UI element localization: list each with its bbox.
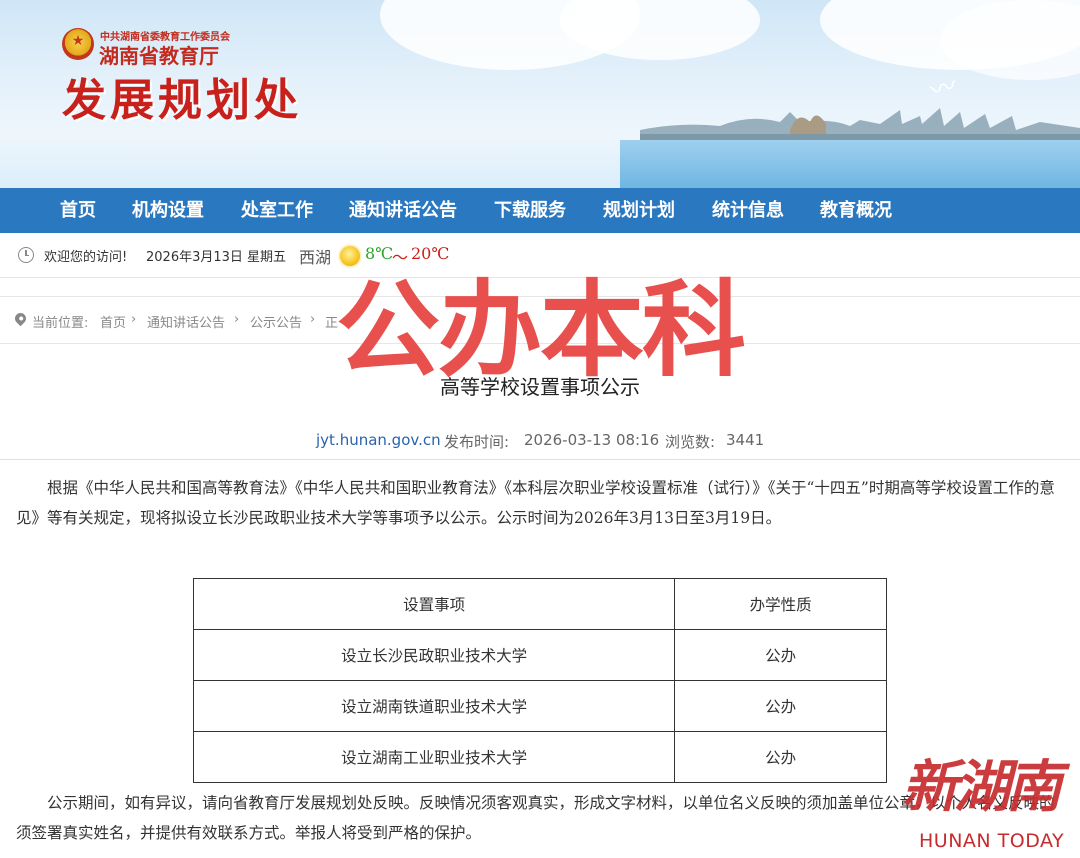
sunny-icon: [340, 246, 360, 266]
table-cell: 公办: [674, 731, 887, 783]
breadcrumb-announcements[interactable]: 公示公告: [250, 312, 302, 331]
article-source: jyt.hunan.gov.cn: [316, 431, 441, 449]
publish-label: 发布时间:: [444, 433, 510, 451]
chevron-right-icon: ›: [310, 312, 316, 327]
chevron-right-icon: ›: [131, 312, 137, 327]
views-count: 3441: [726, 431, 765, 449]
nav-item-notices[interactable]: 通知讲话公告: [349, 188, 457, 233]
table-row: 设立长沙民政职业技术大学 公办: [192, 629, 887, 681]
nav-item-plans[interactable]: 规划计划: [603, 188, 675, 233]
table-cell: 公办: [674, 629, 887, 681]
breadcrumb-home[interactable]: 首页: [100, 312, 126, 331]
skyline-illustration: [640, 108, 1080, 144]
table-cell: 公办: [674, 680, 887, 732]
welcome-text: 欢迎您的访问!: [44, 250, 128, 265]
table-cell: 设立湖南工业职业技术大学: [192, 731, 676, 783]
department-title: 发展规划处: [62, 75, 302, 126]
publish-time: 2026-03-13 08:16: [524, 431, 660, 449]
table-header: 设置事项: [192, 578, 676, 630]
nav-item-overview[interactable]: 教育概况: [820, 188, 892, 233]
nav-item-statistics[interactable]: 统计信息: [712, 188, 784, 233]
weather-city: 西湖: [299, 248, 332, 267]
chevron-right-icon: ›: [234, 312, 240, 327]
clock-icon: [18, 247, 34, 263]
header-banner: 中共湖南省委教育工作委员会 湖南省教育厅 发展规划处 〰: [0, 0, 1080, 188]
river-illustration: [620, 140, 1080, 188]
nav-item-organization[interactable]: 机构设置: [132, 188, 204, 233]
table-row: 设立湖南工业职业技术大学 公办: [192, 731, 887, 783]
breadcrumb-label: 当前位置:: [32, 316, 89, 331]
temperature-high: 20℃: [411, 244, 450, 263]
article-paragraph-intro: 根据《中华人民共和国高等教育法》《中华人民共和国职业教育法》《本科层次职业学校设…: [16, 479, 1055, 527]
table-cell: 设立长沙民政职业技术大学: [192, 629, 676, 681]
temperature-separator: ～: [392, 248, 409, 267]
table-row: 设立湖南铁道职业技术大学 公办: [192, 680, 887, 732]
current-date: 2026年3月13日 星期五: [146, 250, 287, 265]
location-pin-icon: [12, 310, 29, 327]
main-nav: 首页 机构设置 处室工作 通知讲话公告 下载服务 规划计划 统计信息 教育概况: [0, 188, 1080, 233]
establishment-table: 设置事项 办学性质 设立长沙民政职业技术大学 公办 设立湖南铁道职业技术大学 公…: [192, 578, 887, 783]
table-cell: 设立湖南铁道职业技术大学: [192, 680, 676, 732]
news-logo: 新湖南: [902, 755, 1062, 820]
watermark-stamp: 公办本科: [336, 269, 746, 391]
nav-item-home[interactable]: 首页: [60, 188, 96, 233]
temperature-low: 8℃: [365, 244, 394, 263]
national-emblem-icon: [62, 28, 94, 60]
nav-item-downloads[interactable]: 下载服务: [494, 188, 566, 233]
table-header-row: 设置事项 办学性质: [192, 578, 887, 630]
nav-item-office-work[interactable]: 处室工作: [241, 188, 313, 233]
divider: [0, 459, 1080, 460]
table-header: 办学性质: [674, 578, 887, 630]
breadcrumb-notices[interactable]: 通知讲话公告: [147, 312, 225, 331]
news-logo-english: HUNAN TODAY: [919, 830, 1065, 852]
views-label: 浏览数:: [665, 433, 716, 451]
